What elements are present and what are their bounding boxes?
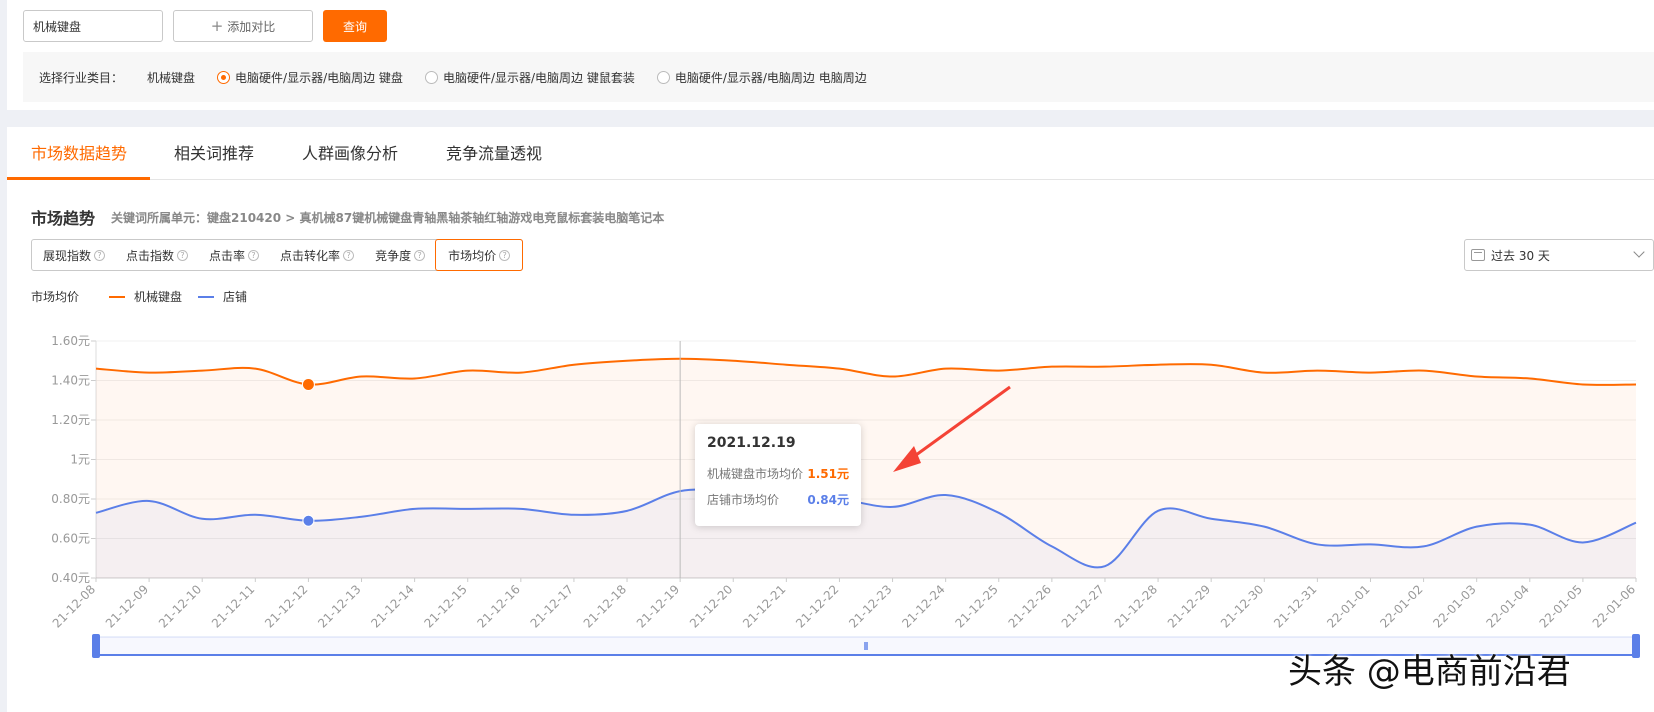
- x-tick-label: 21-12-15: [421, 582, 469, 630]
- x-tick-label: 22-01-05: [1537, 582, 1585, 630]
- x-tick-label: 21-12-17: [528, 582, 576, 630]
- x-tick-label: 21-12-24: [899, 582, 947, 630]
- x-tick-label: 22-01-03: [1430, 582, 1478, 630]
- x-tick-label: 21-12-14: [368, 582, 416, 630]
- y-tick-label: 0.80元: [51, 492, 90, 506]
- chart-tooltip: 2021.12.19 机械键盘市场均价 1.51元 店铺市场均价 0.84元: [695, 424, 861, 526]
- x-tick-label: 21-12-09: [103, 582, 151, 630]
- x-tick-label: 21-12-11: [209, 582, 257, 630]
- x-tick-label: 21-12-20: [687, 582, 735, 630]
- x-tick-label: 22-01-01: [1324, 582, 1372, 630]
- y-tick-label: 1元: [70, 453, 90, 467]
- x-tick-label: 21-12-29: [1165, 582, 1213, 630]
- y-tick-label: 0.40元: [51, 571, 90, 585]
- x-tick-label: 21-12-12: [262, 582, 310, 630]
- x-tick-label: 21-12-18: [581, 582, 629, 630]
- y-tick-label: 0.60元: [51, 532, 90, 546]
- x-tick-label: 22-01-02: [1377, 582, 1425, 630]
- x-tick-label: 21-12-25: [952, 582, 1000, 630]
- zoom-handle-right: [1632, 634, 1640, 658]
- x-tick-label: 21-12-28: [1112, 582, 1160, 630]
- y-tick-label: 1.40元: [51, 374, 90, 388]
- y-tick-label: 1.20元: [51, 413, 90, 427]
- x-tick-label: 21-12-21: [740, 582, 788, 630]
- zoom-handle-left: [92, 634, 100, 658]
- watermark: 头条 @电商前沿君: [1288, 652, 1571, 692]
- market-price-chart: 0.40元 0.60元 0.80元 1元 1.20元 1.40元 1.60元 21-12-08…: [50, 334, 1640, 658]
- zoom-slider-grip-icon: [864, 642, 868, 650]
- x-tick-label: 22-01-04: [1483, 582, 1531, 630]
- x-tick-label: 21-12-13: [315, 582, 363, 630]
- tooltip-row-store: 店铺市场均价 0.84元: [707, 493, 849, 507]
- x-tick-label: 21-12-10: [156, 582, 204, 630]
- x-tick-label: 22-01-06: [1590, 582, 1638, 630]
- x-tick-label: 21-12-19: [634, 582, 682, 630]
- x-tick-label: 21-12-31: [1271, 582, 1319, 630]
- data-point-marker: [302, 514, 315, 527]
- data-point-marker: [301, 377, 315, 391]
- tooltip-date: 2021.12.19: [707, 435, 796, 451]
- x-tick-label: 21-12-30: [1218, 582, 1266, 630]
- x-tick-label: 21-12-23: [846, 582, 894, 630]
- x-tick-label: 21-12-08: [50, 582, 98, 630]
- tooltip-row-keyboard: 机械键盘市场均价 1.51元: [707, 467, 849, 481]
- x-tick-label: 21-12-22: [793, 582, 841, 630]
- x-tick-label: 21-12-16: [475, 582, 523, 630]
- x-tick-label: 21-12-27: [1059, 582, 1107, 630]
- y-tick-label: 1.60元: [51, 334, 90, 348]
- x-tick-label: 21-12-26: [1006, 582, 1054, 630]
